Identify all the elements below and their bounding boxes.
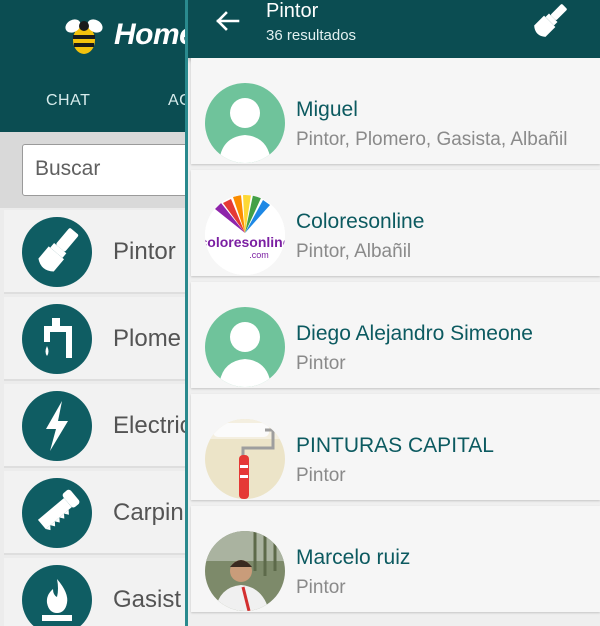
result-name: Coloresonline xyxy=(296,210,425,233)
category-icon-circle xyxy=(22,478,92,548)
result-trades: Pintor xyxy=(296,353,346,374)
paintbrush-icon xyxy=(38,228,79,272)
result-trades: Pintor xyxy=(296,577,346,598)
results-app-bar: Pintor 36 resultados xyxy=(188,0,600,58)
results-panel: Pintor 36 resultados Miguel Pintor, Plom… xyxy=(185,0,600,626)
category-icon-circle xyxy=(22,565,92,626)
category-label: Carpin xyxy=(113,499,184,526)
result-card-coloresonline[interactable]: coloresonline .com Coloresonline Pintor,… xyxy=(191,170,600,276)
category-label: Plome xyxy=(113,325,182,352)
logo-domain: .com xyxy=(249,250,269,260)
tab-chat[interactable]: CHAT xyxy=(46,92,90,110)
bee-logo-icon xyxy=(65,19,103,54)
category-icon-circle xyxy=(22,217,92,287)
coloresonline-logo: coloresonline .com xyxy=(205,195,285,275)
result-card-diego[interactable]: Diego Alejandro Simeone Pintor xyxy=(191,282,600,388)
results-title: Pintor xyxy=(266,0,319,22)
category-label: Gasist xyxy=(113,586,182,613)
category-label: Electric xyxy=(113,412,192,439)
results-count: 36 resultados xyxy=(266,27,357,44)
result-name: Miguel xyxy=(296,98,358,121)
result-trades: Pintor, Albañil xyxy=(296,241,412,262)
category-icon-circle xyxy=(22,391,92,461)
result-trades: Pintor, Plomero, Gasista, Albañil xyxy=(296,129,568,150)
result-card-marcelo[interactable]: Marcelo ruiz Pintor xyxy=(191,506,600,612)
saw-icon xyxy=(37,489,80,531)
lightning-icon xyxy=(46,401,68,451)
result-name: Marcelo ruiz xyxy=(296,546,411,569)
result-card-miguel[interactable]: Miguel Pintor, Plomero, Gasista, Albañil xyxy=(191,58,600,164)
result-trades: Pintor xyxy=(296,465,346,486)
paint-roller-photo xyxy=(205,419,285,499)
result-name: Diego Alejandro Simeone xyxy=(296,322,533,345)
paintbrush-icon xyxy=(534,4,567,37)
logo-text: coloresonline xyxy=(205,234,285,250)
default-avatar-icon xyxy=(205,83,285,163)
category-icon-circle xyxy=(22,304,92,374)
category-label: Pintor xyxy=(113,238,176,265)
faucet-icon xyxy=(44,318,72,358)
default-avatar-icon xyxy=(205,307,285,387)
back-arrow-icon[interactable] xyxy=(214,8,240,34)
app-title: Home xyxy=(114,18,196,51)
person-photo xyxy=(205,531,285,611)
result-card-pinturas-capital[interactable]: PINTURAS CAPITAL Pintor xyxy=(191,394,600,500)
flame-icon xyxy=(42,579,72,621)
result-name: PINTURAS CAPITAL xyxy=(296,434,494,457)
